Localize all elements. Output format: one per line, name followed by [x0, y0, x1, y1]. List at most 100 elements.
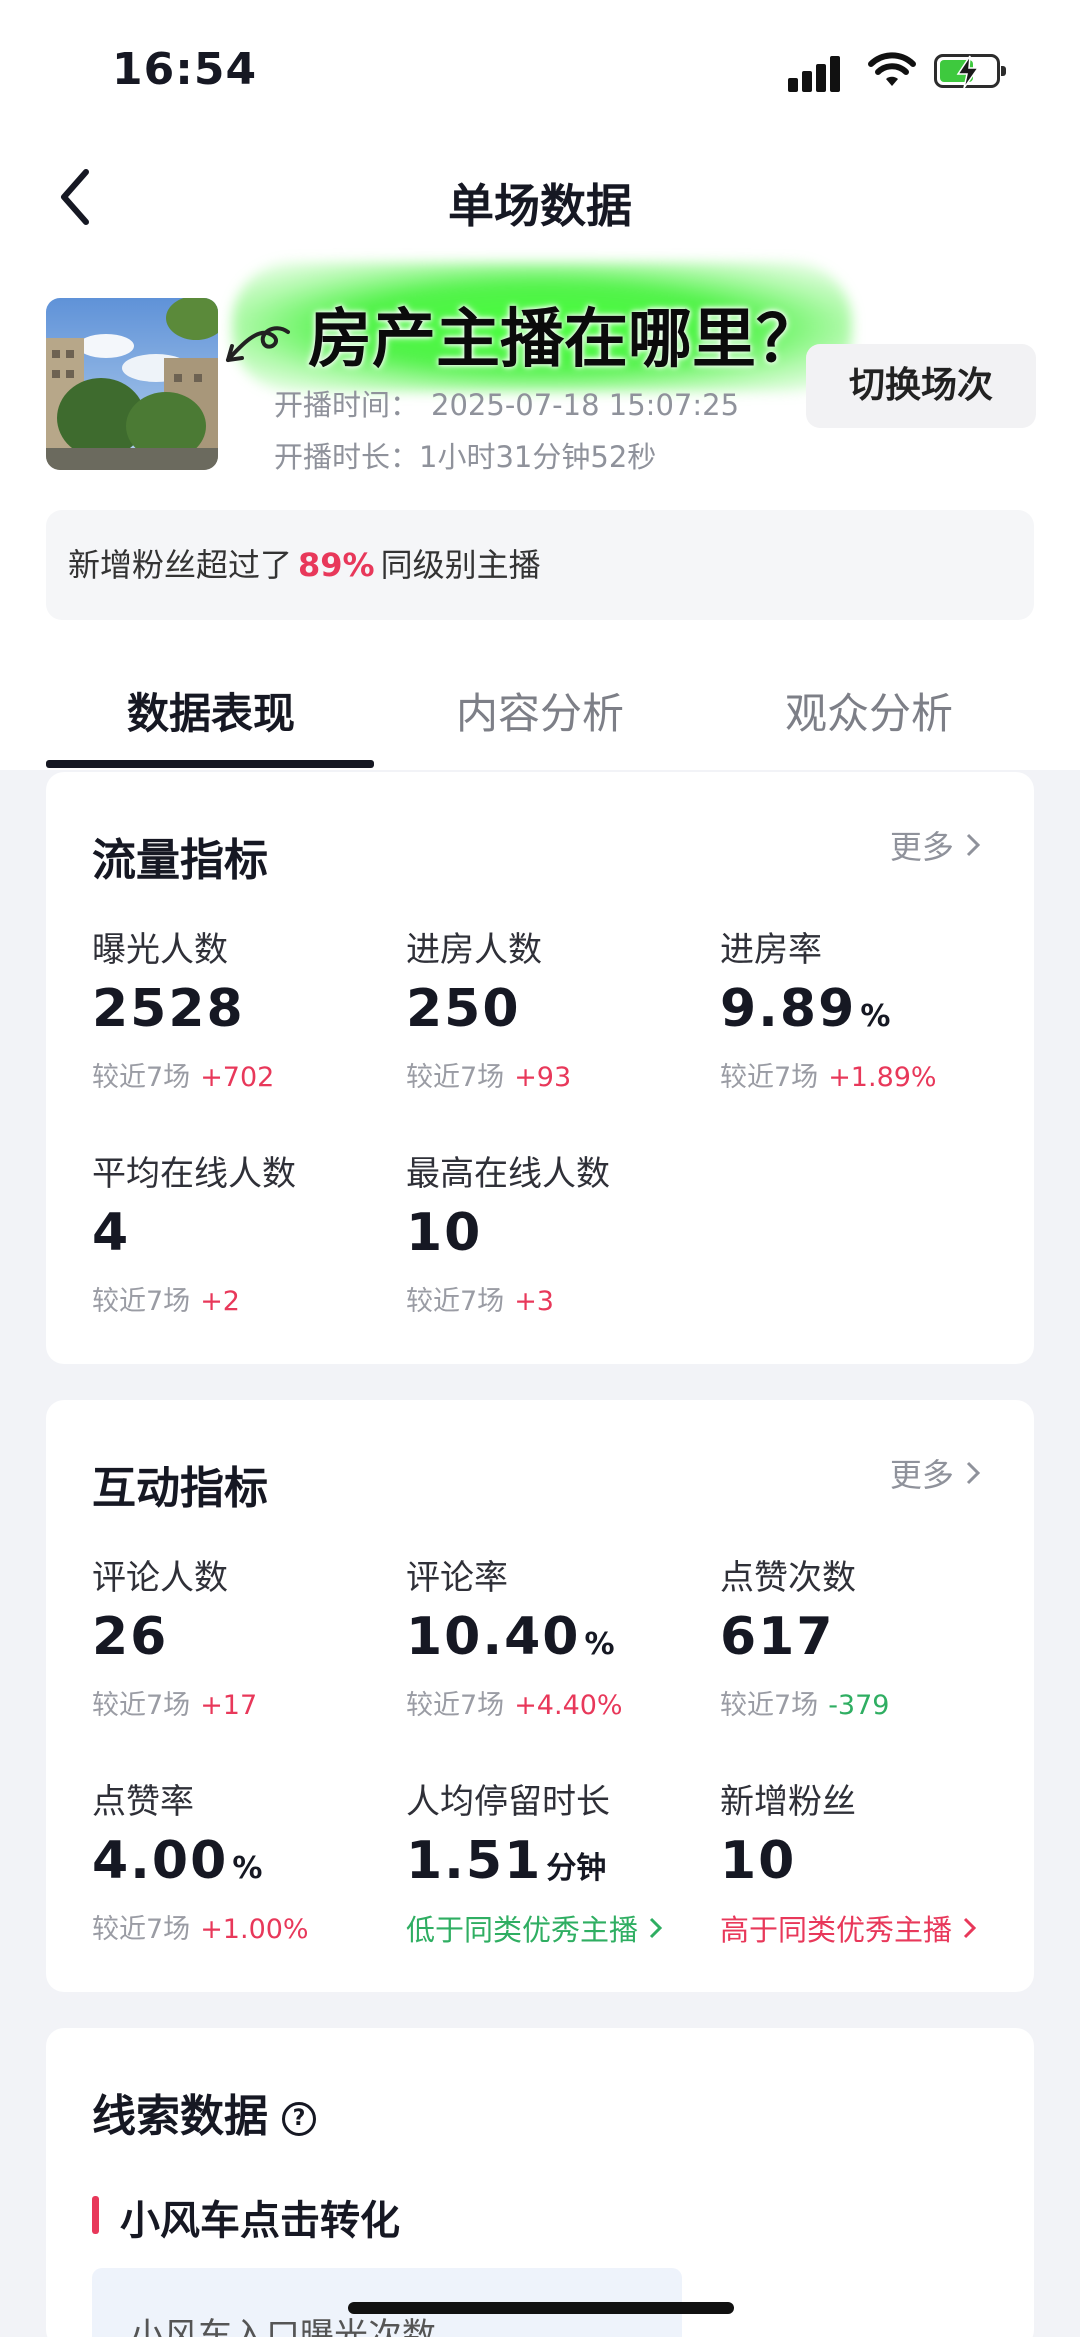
metric-label: 曝光人数	[92, 930, 228, 970]
metric-compare: 较近7场 -379	[720, 1690, 890, 1721]
metric-value: 10.40%	[406, 1607, 615, 1667]
metric-new-fans: 新增粉丝 10 高于同类优秀主播	[720, 1774, 1040, 1949]
metric-unit: 分钟	[546, 1851, 607, 1886]
metric-compare: 较近7场 +4.40%	[406, 1690, 623, 1721]
metric-delta: +2	[200, 1286, 240, 1317]
metric-delta: +3	[514, 1286, 554, 1317]
metric-unit: %	[584, 1627, 615, 1662]
metric-value: 9.89%	[720, 979, 891, 1039]
metric-value: 10	[406, 1203, 483, 1263]
traffic-card-title: 流量指标	[92, 835, 268, 886]
metric-value: 250	[406, 979, 521, 1039]
metric-label: 点赞次数	[720, 1558, 856, 1598]
metric-unit: %	[860, 999, 891, 1034]
metric-label: 新增粉丝	[720, 1782, 856, 1822]
help-icon[interactable]: ?	[282, 2102, 316, 2136]
benchmark-link-higher[interactable]: 高于同类优秀主播	[720, 1907, 1040, 1949]
metric-delta: +1.89%	[828, 1062, 937, 1093]
metric-compare: 较近7场 +93	[406, 1062, 572, 1093]
metric-compare: 较近7场 +2	[92, 1286, 240, 1317]
chevron-right-icon	[964, 1917, 977, 1939]
page-title: 单场数据	[448, 179, 632, 233]
metric-room-entries: 进房人数 250 较近7场 +93	[406, 922, 726, 1094]
fans-banner-prefix: 新增粉丝超过了	[68, 546, 293, 584]
metric-label: 进房率	[720, 930, 822, 970]
metric-exposure: 曝光人数 2528 较近7场 +702	[92, 922, 412, 1094]
metric-compare: 较近7场 +1.89%	[720, 1062, 937, 1093]
start-time-row: 开播时间： 2025-07-18 15:07:25	[274, 382, 739, 424]
active-tab-indicator	[46, 760, 374, 768]
metric-label: 评论率	[406, 1558, 508, 1598]
interaction-card-title: 互动指标	[92, 1463, 268, 1514]
metric-value: 617	[720, 1607, 835, 1667]
home-indicator	[348, 2302, 734, 2314]
wifi-icon	[868, 52, 916, 86]
traffic-metrics-card: 流量指标 更多 曝光人数 2528 较近7场 +702 进房人数 250 较近7场…	[46, 772, 1034, 1364]
metric-peak-online: 最高在线人数 10 较近7场 +3	[406, 1146, 726, 1318]
duration-value: 1小时31分钟52秒	[419, 440, 657, 474]
battery-icon	[934, 54, 1006, 89]
interaction-metrics-card: 互动指标 更多 评论人数 26 较近7场 +17 评论率 10.40% 较近7场 +…	[46, 1400, 1034, 1992]
benchmark-link-lower[interactable]: 低于同类优秀主播	[406, 1907, 726, 1949]
metric-like-rate: 点赞率 4.00% 较近7场 +1.00%	[92, 1774, 412, 1946]
signal-icon	[788, 78, 798, 92]
metric-label: 进房人数	[406, 930, 542, 970]
metric-value: 4	[92, 1203, 131, 1263]
charging-bolt-icon	[956, 55, 980, 89]
windmill-exposure-label: 小风车入口曝光次数	[130, 2316, 436, 2337]
tab-data-performance[interactable]: 数据表现	[46, 680, 376, 741]
leads-card-title: 线索数据?	[92, 2080, 316, 2144]
metric-commenters: 评论人数 26 较近7场 +17	[92, 1550, 412, 1722]
metric-compare: 较近7场 +1.00%	[92, 1914, 309, 1945]
metric-value: 26	[92, 1607, 169, 1667]
metric-comment-rate: 评论率 10.40% 较近7场 +4.40%	[406, 1550, 726, 1722]
metric-avg-online: 平均在线人数 4 较近7场 +2	[92, 1146, 412, 1318]
metric-value: 1.51 分钟	[406, 1831, 607, 1891]
chevron-right-icon	[650, 1917, 663, 1939]
metric-value: 4.00%	[92, 1831, 263, 1891]
metric-likes: 点赞次数 617 较近7场 -379	[720, 1550, 1040, 1722]
start-time-label: 开播时间：	[274, 388, 420, 422]
metric-compare: 较近7场 +3	[406, 1286, 554, 1317]
metric-compare: 较近7场 +17	[92, 1690, 258, 1721]
traffic-more-link[interactable]: 更多	[890, 822, 982, 868]
metric-delta: +702	[200, 1062, 275, 1093]
chevron-right-icon	[966, 1461, 981, 1485]
metric-entry-rate: 进房率 9.89% 较近7场 +1.89%	[720, 922, 1040, 1094]
duration-row: 开播时长：1小时31分钟52秒	[274, 434, 656, 476]
switch-session-button[interactable]: 切换场次	[806, 344, 1036, 428]
status-time: 16:54	[112, 44, 258, 95]
start-time-value: 2025-07-18 15:07:25	[431, 388, 740, 422]
duration-label: 开播时长：	[274, 440, 420, 474]
metric-delta: -379	[828, 1690, 890, 1721]
metric-label: 最高在线人数	[406, 1154, 610, 1194]
interaction-more-link[interactable]: 更多	[890, 1450, 982, 1496]
live-cover-thumbnail	[46, 298, 218, 470]
metric-compare: 较近7场 +702	[92, 1062, 275, 1093]
signal-bar	[816, 64, 826, 92]
metric-delta: +4.40%	[514, 1690, 623, 1721]
metric-value: 2528	[92, 979, 245, 1039]
leads-data-card: 线索数据? 小风车点击转化 小风车入口曝光次数	[46, 2028, 1034, 2337]
interaction-more-label: 更多	[889, 1456, 954, 1494]
windmill-conversion-section: 小风车点击转化	[92, 2188, 400, 2246]
tab-audience-analysis[interactable]: 观众分析	[704, 680, 1034, 741]
signal-bar	[802, 71, 812, 92]
metric-avg-stay: 人均停留时长 1.51 分钟 低于同类优秀主播	[406, 1774, 726, 1949]
metric-delta: +17	[200, 1690, 258, 1721]
chevron-right-icon	[966, 833, 981, 857]
tab-content-analysis[interactable]: 内容分析	[375, 680, 705, 741]
metric-value: 10	[720, 1831, 797, 1891]
fans-banner-percent: 89%	[298, 546, 375, 584]
traffic-more-label: 更多	[889, 828, 954, 866]
metric-label: 评论人数	[92, 1558, 228, 1598]
metric-label: 平均在线人数	[92, 1154, 296, 1194]
promo-overlay-text: 房产主播在哪里？	[308, 303, 820, 377]
signal-bar	[830, 56, 840, 92]
metric-delta: +1.00%	[200, 1914, 309, 1945]
fans-banner-suffix: 同级别主播	[380, 546, 541, 584]
fans-comparison-banner: 新增粉丝超过了 89% 同级别主播	[46, 510, 1034, 620]
metric-label: 人均停留时长	[406, 1782, 610, 1822]
metric-label: 点赞率	[92, 1782, 194, 1822]
arrow-doodle-icon	[226, 326, 290, 362]
